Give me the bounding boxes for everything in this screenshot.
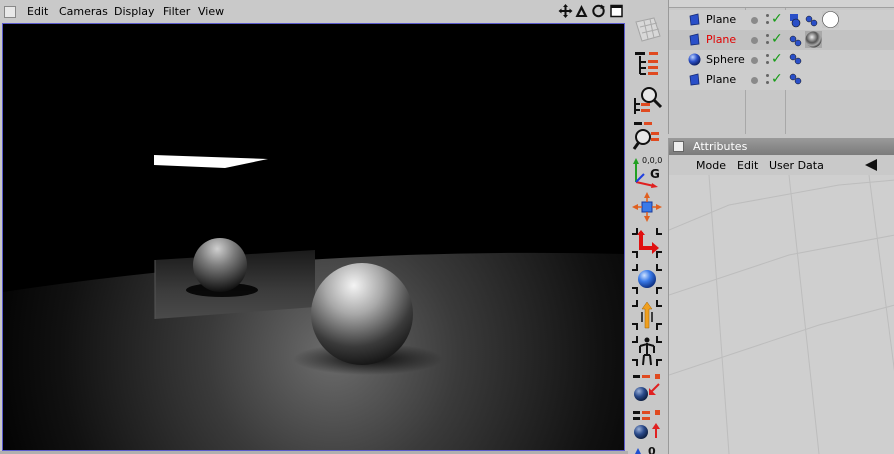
move-cross-icon[interactable] xyxy=(558,3,573,19)
zoom-triangle-icon[interactable] xyxy=(574,3,589,19)
phong-tag-icon xyxy=(789,53,802,65)
attributes-titlebar: Attributes xyxy=(669,138,894,155)
object-name[interactable]: Plane xyxy=(706,73,736,86)
menu-edit-attributes[interactable]: Edit xyxy=(737,159,758,172)
object-tags xyxy=(789,73,802,85)
viewport-panel: Edit Cameras Display Filter View xyxy=(0,0,628,454)
back-arrow-icon[interactable] xyxy=(864,158,878,172)
chrome-material-icon xyxy=(805,31,822,48)
menu-mode[interactable]: Mode xyxy=(696,159,726,172)
visibility-check-icon[interactable]: ✓ xyxy=(771,31,783,47)
menu-user-data[interactable]: User Data xyxy=(769,159,824,172)
scale-arrows-icon[interactable] xyxy=(630,190,664,224)
figure-up-arrow-icon[interactable] xyxy=(630,298,664,332)
rotate-red-arrow-icon[interactable] xyxy=(630,226,664,260)
partial-tool-icon[interactable]: 0 xyxy=(630,446,664,454)
sphere-icon xyxy=(688,53,701,66)
plane-cube-icon xyxy=(689,13,700,26)
maximize-square-icon[interactable] xyxy=(609,3,624,19)
phong-tag-icon xyxy=(805,15,818,27)
white-material-icon xyxy=(822,11,839,28)
sphere-object xyxy=(311,263,413,365)
object-manager-header xyxy=(669,0,894,8)
menu-cameras[interactable]: Cameras xyxy=(59,5,108,18)
menu-view[interactable]: View xyxy=(198,5,224,18)
phong-tag-icon xyxy=(789,35,802,47)
attributes-body xyxy=(669,175,894,454)
menu-display[interactable]: Display xyxy=(114,5,155,18)
plane-cube-icon xyxy=(689,33,700,46)
panel-grip-icon[interactable] xyxy=(4,6,16,18)
coordinate-axes-icon[interactable]: 0,0,0 G xyxy=(630,154,664,188)
menu-filter[interactable]: Filter xyxy=(163,5,190,18)
attributes-menubar: Mode Edit User Data xyxy=(669,156,894,175)
visibility-check-icon[interactable]: ✓ xyxy=(771,71,783,87)
texture-tag-icon xyxy=(790,14,801,28)
object-name[interactable]: Sphere xyxy=(706,53,745,66)
viewport-menubar: Edit Cameras Display Filter View xyxy=(0,0,628,22)
blue-sphere-icon[interactable] xyxy=(630,262,664,296)
viewport-canvas[interactable] xyxy=(2,23,625,451)
figure-icon[interactable] xyxy=(630,334,664,368)
svg-text:G: G xyxy=(650,167,660,181)
attributes-panel: Attributes Mode Edit User Data xyxy=(668,138,894,454)
menu-edit[interactable]: Edit xyxy=(27,5,48,18)
object-tags xyxy=(790,11,839,28)
search-hierarchy-icon[interactable] xyxy=(630,84,664,118)
visibility-check-icon[interactable]: ✓ xyxy=(771,11,783,27)
object-row[interactable]: Plane ✓ xyxy=(669,10,894,30)
visibility-check-icon[interactable]: ✓ xyxy=(771,51,783,67)
phong-tag-icon xyxy=(789,73,802,85)
reflected-sphere xyxy=(193,238,247,292)
sphere-link-down-icon[interactable] xyxy=(630,372,664,406)
hierarchy-icon[interactable] xyxy=(630,48,664,82)
attributes-title: Attributes xyxy=(693,140,748,153)
object-row[interactable]: Plane ✓ xyxy=(669,70,894,90)
svg-text:0: 0 xyxy=(648,446,656,454)
search-object-icon[interactable] xyxy=(630,118,664,152)
vertical-toolbar: 0,0,0 G 0 xyxy=(629,0,666,454)
rotate-circle-icon[interactable] xyxy=(591,3,606,19)
svg-text:0,0,0: 0,0,0 xyxy=(642,156,662,165)
object-name[interactable]: Plane xyxy=(706,13,736,26)
object-tags xyxy=(789,31,822,48)
object-name-active[interactable]: Plane xyxy=(706,33,736,46)
object-tags xyxy=(789,53,802,65)
attributes-grid-backdrop xyxy=(669,175,894,454)
viewport-nav-icons xyxy=(556,3,626,20)
sphere-link-up-icon[interactable] xyxy=(630,408,664,442)
object-manager: Plane ✓ Plane ✓ Sphere ✓ Plane ✓ xyxy=(668,0,894,134)
panel-grip-icon[interactable] xyxy=(673,141,684,152)
plane-cube-icon xyxy=(689,73,700,86)
grid-faded-icon[interactable] xyxy=(630,14,664,48)
object-row[interactable]: Sphere ✓ xyxy=(669,50,894,70)
object-row-selected[interactable]: Plane ✓ xyxy=(669,30,894,50)
render-scene xyxy=(3,24,624,450)
